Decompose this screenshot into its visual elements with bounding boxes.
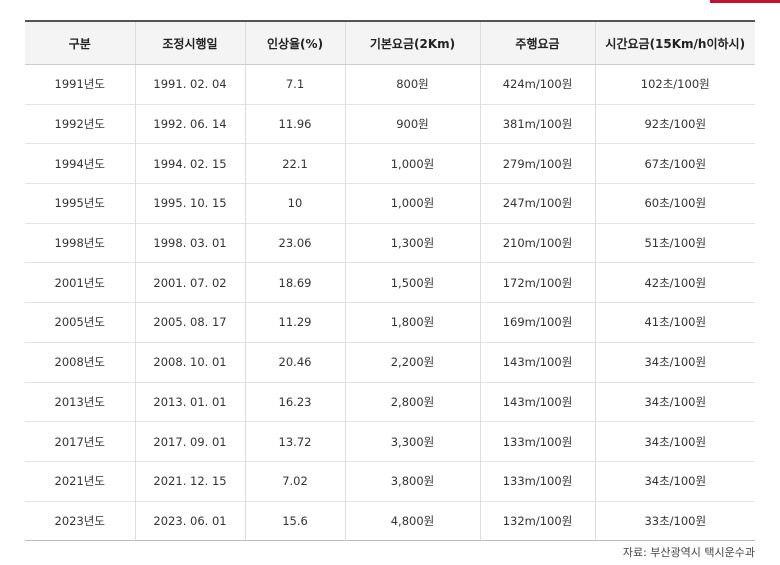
- cell-increase-rate: 18.69: [244, 262, 345, 303]
- cell-distance-fare: 247m/100원: [479, 183, 595, 224]
- table-row: 2021년도 2021. 12. 15 7.02 3,800원 133m/100원 34초…: [25, 460, 755, 502]
- cell-distance-fare: 381m/100원: [479, 103, 595, 144]
- table-row: 2013년도 2013. 01. 01 16.23 2,800원 143m/100원 34…: [25, 381, 755, 422]
- cell-category: 1992년도: [25, 103, 135, 144]
- cell-category: 2008년도: [25, 341, 135, 382]
- cell-increase-rate: 11.29: [244, 302, 345, 343]
- cell-category: 1998년도: [25, 222, 135, 263]
- cell-distance-fare: 133m/100원: [479, 421, 595, 462]
- cell-category: 2021년도: [25, 460, 135, 502]
- cell-time-fare: 67초/100원: [594, 143, 755, 184]
- cell-category: 1995년도: [25, 183, 135, 224]
- cell-distance-fare: 132m/100원: [479, 500, 595, 541]
- table-row: 2008년도 2008. 10. 01 20.46 2,200원 143m/100원 34…: [25, 341, 755, 382]
- accent-bar: [710, 0, 780, 3]
- header-base-fare: 기본요금(2Km): [344, 21, 480, 65]
- cell-increase-rate: 16.23: [244, 381, 345, 422]
- cell-base-fare: 3,800원: [344, 460, 480, 502]
- cell-category: 2005년도: [25, 302, 135, 343]
- cell-category: 2001년도: [25, 262, 135, 303]
- cell-base-fare: 2,800원: [344, 381, 480, 422]
- cell-time-fare: 42초/100원: [594, 262, 755, 303]
- cell-distance-fare: 172m/100원: [479, 262, 595, 303]
- cell-distance-fare: 133m/100원: [479, 460, 595, 502]
- table-row: 1994년도 1994. 02. 15 22.1 1,000원 279m/100원 67초…: [25, 143, 755, 184]
- cell-distance-fare: 143m/100원: [479, 381, 595, 422]
- cell-distance-fare: 143m/100원: [479, 341, 595, 382]
- cell-increase-rate: 11.96: [244, 103, 345, 144]
- cell-base-fare: 1,500원: [344, 262, 480, 303]
- cell-effective-date: 2017. 09. 01: [134, 421, 245, 462]
- cell-increase-rate: 15.6: [244, 500, 345, 541]
- cell-increase-rate: 10: [244, 183, 345, 224]
- cell-increase-rate: 13.72: [244, 421, 345, 462]
- cell-time-fare: 33초/100원: [594, 500, 755, 541]
- table-row: 2023년도 2023. 06. 01 15.6 4,800원 132m/100원 33초…: [25, 500, 755, 541]
- header-increase-rate: 인상율(%): [244, 21, 345, 65]
- table-row: 2005년도 2005. 08. 17 11.29 1,800원 169m/100원 41…: [25, 302, 755, 343]
- cell-base-fare: 3,300원: [344, 421, 480, 462]
- header-time-fare: 시간요금(15Km/h이하시): [594, 21, 755, 65]
- cell-distance-fare: 169m/100원: [479, 302, 595, 343]
- cell-base-fare: 1,000원: [344, 143, 480, 184]
- fare-table-container: 구분 조정시행일 인상율(%) 기본요금(2Km) 주행요금 시간요금(15Km…: [25, 20, 755, 542]
- cell-category: 2013년도: [25, 381, 135, 422]
- table-body: 1991년도 1991. 02. 04 7.1 800원 424m/100원 102초/1…: [25, 64, 755, 541]
- cell-base-fare: 900원: [344, 103, 480, 144]
- cell-time-fare: 92초/100원: [594, 103, 755, 144]
- table-row: 1995년도 1995. 10. 15 10 1,000원 247m/100원 60초/1…: [25, 183, 755, 224]
- cell-effective-date: 1994. 02. 15: [134, 143, 245, 184]
- cell-base-fare: 1,300원: [344, 222, 480, 263]
- cell-increase-rate: 7.02: [244, 460, 345, 502]
- cell-category: 2017년도: [25, 421, 135, 462]
- cell-base-fare: 4,800원: [344, 500, 480, 541]
- cell-base-fare: 2,200원: [344, 341, 480, 382]
- cell-time-fare: 60초/100원: [594, 183, 755, 224]
- cell-effective-date: 2021. 12. 15: [134, 460, 245, 502]
- cell-base-fare: 1,800원: [344, 302, 480, 343]
- table-row: 1991년도 1991. 02. 04 7.1 800원 424m/100원 102초/1…: [25, 64, 755, 105]
- table-header-row: 구분 조정시행일 인상율(%) 기본요금(2Km) 주행요금 시간요금(15Km…: [25, 21, 755, 65]
- cell-distance-fare: 210m/100원: [479, 222, 595, 263]
- cell-effective-date: 2005. 08. 17: [134, 302, 245, 343]
- cell-distance-fare: 279m/100원: [479, 143, 595, 184]
- header-effective-date: 조정시행일: [134, 21, 245, 65]
- cell-effective-date: 1995. 10. 15: [134, 183, 245, 224]
- cell-category: 2023년도: [25, 500, 135, 541]
- cell-effective-date: 1991. 02. 04: [134, 64, 245, 105]
- table-row: 1992년도 1992. 06. 14 11.96 900원 381m/100원 92초/…: [25, 103, 755, 144]
- cell-time-fare: 41초/100원: [594, 302, 755, 343]
- cell-increase-rate: 22.1: [244, 143, 345, 184]
- cell-effective-date: 2013. 01. 01: [134, 381, 245, 422]
- header-category: 구분: [25, 21, 135, 65]
- table-row: 2017년도 2017. 09. 01 13.72 3,300원 133m/100원 34…: [25, 421, 755, 462]
- cell-time-fare: 34초/100원: [594, 460, 755, 502]
- cell-effective-date: 1998. 03. 01: [134, 222, 245, 263]
- cell-effective-date: 2001. 07. 02: [134, 262, 245, 303]
- cell-increase-rate: 7.1: [244, 64, 345, 105]
- cell-category: 1991년도: [54, 77, 105, 92]
- cell-base-fare: 800원: [344, 64, 480, 105]
- cell-effective-date: 1992. 06. 14: [134, 103, 245, 144]
- taxi-fare-history-table: 구분 조정시행일 인상율(%) 기본요금(2Km) 주행요금 시간요금(15Km…: [25, 20, 755, 542]
- cell-increase-rate: 23.06: [244, 222, 345, 263]
- cell-time-fare: 34초/100원: [594, 381, 755, 422]
- cell-category: 1994년도: [25, 143, 135, 184]
- cell-increase-rate: 20.46: [244, 341, 345, 382]
- table-row: 1998년도 1998. 03. 01 23.06 1,300원 210m/100원 51…: [25, 222, 755, 263]
- cell-effective-date: 2023. 06. 01: [134, 500, 245, 541]
- table-row: 2001년도 2001. 07. 02 18.69 1,500원 172m/100원 42…: [25, 262, 755, 303]
- cell-time-fare: 51초/100원: [594, 222, 755, 263]
- cell-time-fare: 102초/100원: [594, 64, 755, 105]
- cell-base-fare: 1,000원: [344, 183, 480, 224]
- cell-effective-date: 2008. 10. 01: [134, 341, 245, 382]
- source-note: 자료: 부산광역시 택시운수과: [622, 546, 755, 559]
- cell-time-fare: 34초/100원: [594, 421, 755, 462]
- cell-time-fare: 34초/100원: [594, 341, 755, 382]
- header-distance-fare: 주행요금: [479, 21, 595, 65]
- cell-distance-fare: 424m/100원: [479, 64, 595, 105]
